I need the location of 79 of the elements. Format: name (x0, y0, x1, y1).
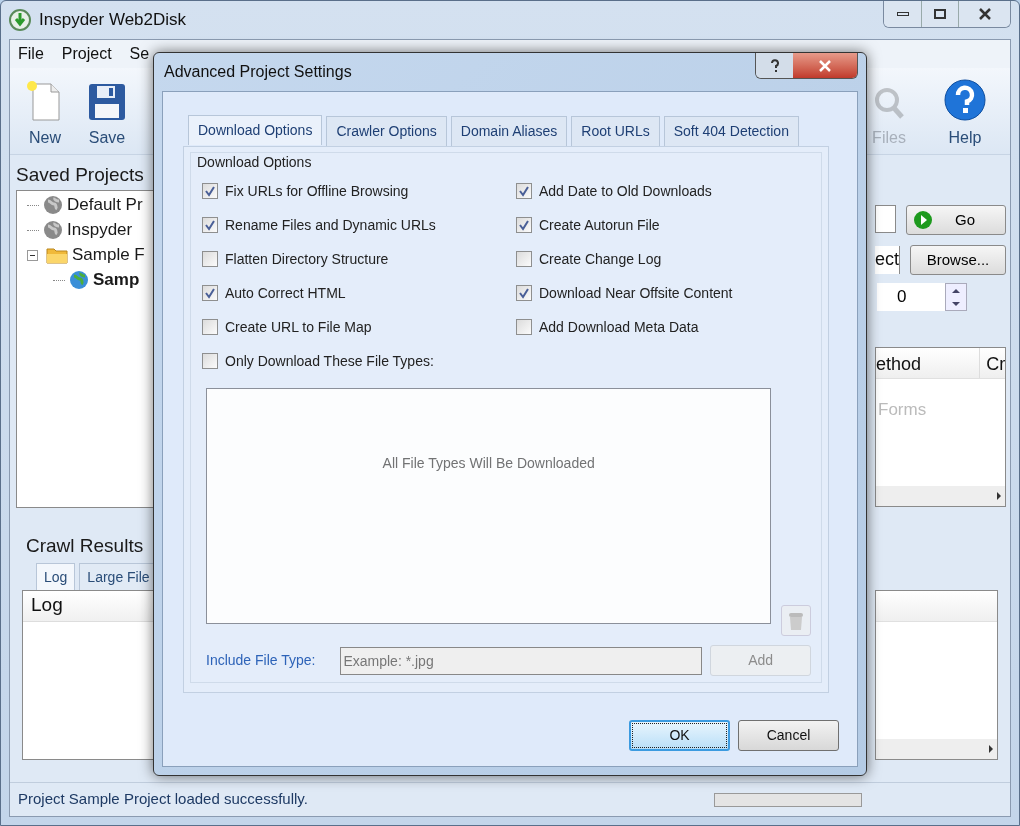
checkbox[interactable] (202, 251, 218, 267)
dialog-button[interactable]: Cancel (738, 720, 839, 751)
globe-icon (43, 195, 63, 215)
checkbox-label: Add Download Meta Data (539, 317, 699, 337)
close-icon (818, 59, 832, 72)
minimize-button[interactable] (884, 1, 921, 27)
scroll-right-icon[interactable] (997, 492, 1001, 500)
menu-item[interactable]: File (18, 42, 44, 66)
checkbox-label: Auto Correct HTML (225, 283, 346, 303)
tab[interactable]: Root URLs (571, 116, 660, 146)
data-table[interactable]: ethod Cr Forms (875, 347, 1006, 507)
trash-icon (788, 610, 805, 631)
expander-icon[interactable] (27, 249, 38, 261)
field-label: ect (875, 246, 900, 274)
checkbox-label: Flatten Directory Structure (225, 249, 389, 269)
checkbox-label: Fix URLs for Offline Browsing (225, 181, 409, 201)
section-title: Crawl Results (26, 533, 145, 558)
tree-item[interactable]: Default Pr (27, 192, 209, 218)
tab[interactable]: Crawler Options (326, 116, 447, 146)
tree-item[interactable]: Sample F (27, 242, 209, 268)
checkbox-label: Rename Files and Dynamic URLs (225, 215, 436, 235)
checkbox[interactable] (202, 217, 218, 233)
app-logo-icon (9, 9, 31, 31)
checkbox[interactable] (202, 183, 218, 199)
dialog-button[interactable]: OK (629, 720, 730, 751)
toolbar-button[interactable]: New (14, 76, 76, 154)
close-button[interactable] (793, 53, 857, 78)
spinner-field[interactable]: 0 (877, 283, 945, 311)
checkbox-label: Add Date to Old Downloads (539, 181, 712, 201)
url-input[interactable] (875, 205, 896, 233)
tab[interactable]: Log (36, 563, 76, 590)
question-mark-icon (769, 58, 780, 73)
checkbox-label: Create URL to File Map (225, 317, 372, 337)
dialog-title: Advanced Project Settings (164, 62, 352, 82)
status-message: Project Sample Project loaded successfully. (18, 789, 308, 810)
toolbar-button[interactable]: Save (76, 76, 138, 154)
tab[interactable]: Soft 404 Detection (663, 116, 799, 146)
help-icon (943, 78, 987, 122)
scroll-right-icon[interactable] (989, 745, 993, 753)
checkbox-label: Only Download These File Types: (225, 351, 434, 371)
tab[interactable]: Download Options (188, 115, 323, 145)
globe-icon (43, 220, 63, 240)
checkbox-label: Create Change Log (539, 249, 662, 269)
checkbox-label: Download Near Offsite Content (539, 283, 733, 303)
file-type-input[interactable]: Example: *.jpg (340, 646, 703, 675)
column-header: ethod (876, 348, 981, 378)
group-title: Download Options (197, 153, 313, 172)
checkbox[interactable] (516, 251, 532, 267)
checkbox[interactable] (516, 217, 532, 233)
file-types-list[interactable]: All File Types Will Be Downloaded (206, 388, 772, 624)
field-label: Include File Type: (206, 651, 317, 670)
go-button[interactable]: Go (906, 205, 1006, 235)
maximize-button[interactable] (921, 1, 958, 27)
tab[interactable]: Domain Aliases (450, 116, 568, 146)
checkbox-label: Create Autorun File (539, 215, 660, 235)
spin-down-icon[interactable] (946, 297, 966, 310)
checkbox[interactable] (516, 319, 532, 335)
checkbox[interactable] (202, 285, 218, 301)
help-button[interactable] (756, 53, 793, 78)
checkbox[interactable] (516, 285, 532, 301)
checkbox[interactable] (516, 183, 532, 199)
menu-item[interactable]: Se (129, 42, 150, 66)
menu-item[interactable]: Project (61, 42, 112, 66)
play-icon (913, 210, 933, 230)
tree-item[interactable]: Inspyder (27, 217, 209, 243)
close-button[interactable] (958, 1, 1010, 27)
globe-icon (69, 270, 89, 290)
checkbox[interactable] (202, 319, 218, 335)
close-icon (977, 8, 992, 20)
checkbox[interactable] (202, 353, 218, 369)
column-header: Cr (985, 353, 1005, 376)
tree-item[interactable]: Samp (53, 267, 209, 293)
window-title: Inspyder Web2Disk (39, 9, 187, 32)
spin-up-icon[interactable] (946, 284, 966, 297)
toolbar-button[interactable]: Help (934, 76, 996, 154)
list-placeholder: All File Types Will Be Downloaded (382, 453, 595, 473)
browse-button[interactable]: Browse... (910, 245, 1006, 275)
table-placeholder: Forms (878, 399, 928, 421)
folder-icon (46, 246, 68, 264)
